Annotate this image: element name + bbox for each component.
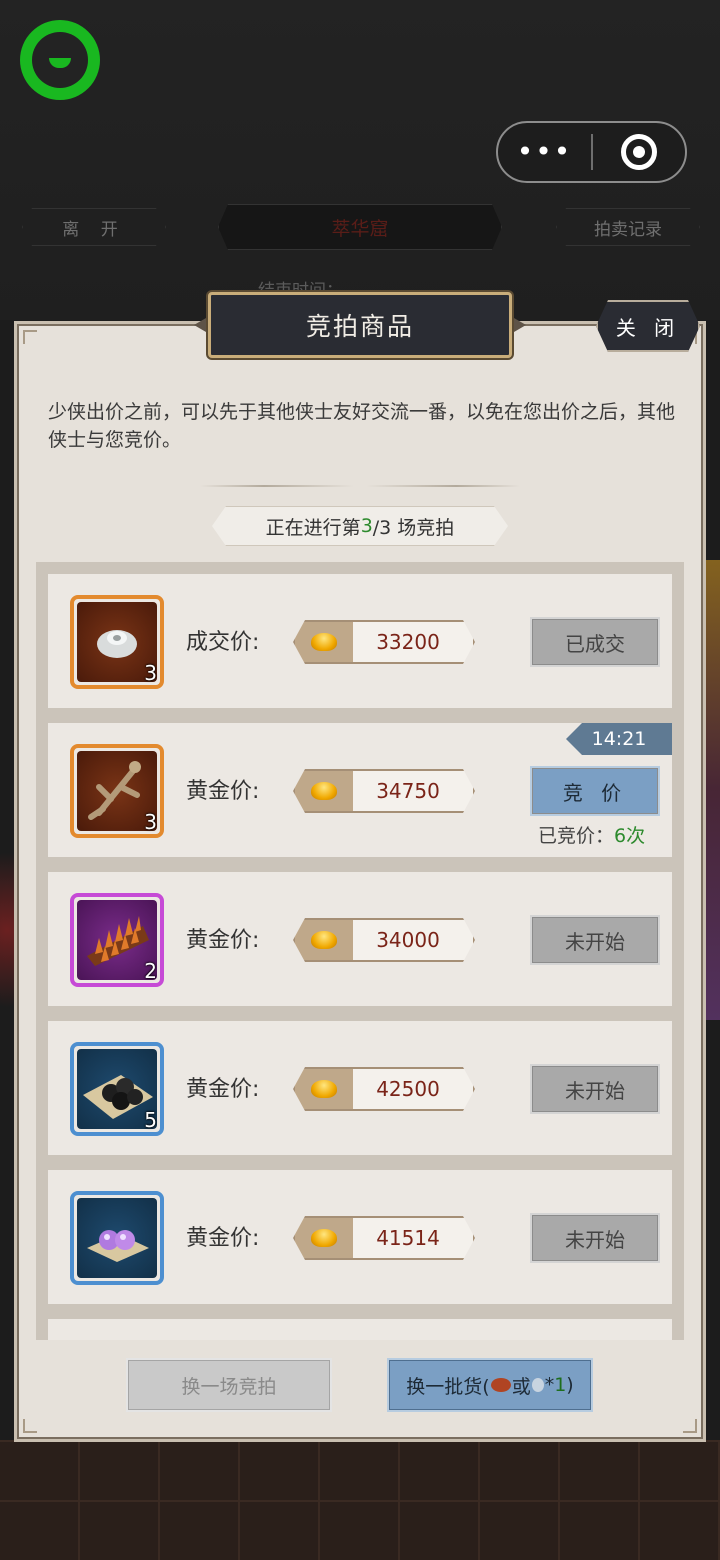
price-label: 黄金价: — [186, 1077, 260, 1102]
target-icon — [620, 134, 657, 170]
more-options-icon[interactable]: ••• — [498, 138, 591, 166]
ornamental-divider — [200, 485, 520, 487]
backdrop-decoration — [0, 820, 14, 1040]
item-slot[interactable]: 2 — [70, 893, 164, 987]
backdrop-decoration — [704, 560, 720, 1020]
sold-status-button: 已成交 — [530, 617, 660, 667]
mini-program-capsule: ••• — [496, 121, 687, 183]
item-quantity: 2 — [144, 959, 157, 983]
auction-item — [48, 1319, 672, 1340]
price-box: 34000 — [293, 918, 475, 962]
gold-ingot-icon — [311, 931, 337, 949]
item-quantity: 5 — [144, 1108, 157, 1132]
silver-item-icon — [531, 1378, 544, 1392]
gold-ingot-icon — [311, 1080, 337, 1098]
price-label: 黄金价: — [186, 928, 260, 953]
gold-ingot-icon — [311, 782, 337, 800]
item-slot[interactable]: 3 — [70, 595, 164, 689]
purple-pearls-icon — [77, 1198, 157, 1278]
countdown-timer: 14:21 — [566, 723, 672, 755]
panel-corner — [23, 330, 37, 344]
intro-text: 少侠出价之前，可以先于其他侠士友好交流一番，以免在您出价之后，其他侠士与您竞价。 — [48, 401, 676, 451]
price-box: 42500 — [293, 1067, 475, 1111]
auction-item: 2 黄金价: 34000 未开始 — [48, 872, 672, 1006]
price-value: 33200 — [376, 630, 440, 654]
price-label: 黄金价: — [186, 1226, 260, 1251]
item-quantity: 3 — [144, 661, 157, 685]
bid-count: 已竞价：6次 — [538, 821, 645, 848]
panel-title: 竞拍商品 — [208, 292, 512, 358]
auction-item: 5 黄金价: 42500 未开始 — [48, 1021, 672, 1155]
bid-count-value: 6次 — [614, 825, 646, 847]
refresh-suffix: ) — [566, 1374, 574, 1396]
refresh-count: 1 — [554, 1374, 567, 1396]
not-started-button: 未开始 — [530, 1213, 660, 1263]
app-logo-icon — [20, 20, 100, 100]
price-box: 34750 — [293, 769, 475, 813]
refresh-goods-button[interactable]: 换一批货( 或 * 1) — [387, 1358, 593, 1412]
gold-ingot-icon — [311, 633, 337, 651]
item-quantity: 3 — [144, 810, 157, 834]
price-label: 成交价: — [186, 630, 260, 655]
round-suffix: /3 场竞拍 — [372, 516, 455, 539]
not-started-button: 未开始 — [530, 915, 660, 965]
panel-corner — [23, 1419, 37, 1433]
price-box: 33200 — [293, 620, 475, 664]
auction-item: 14:21 3 黄金价: 34750 竞 价 已竞价：6次 — [48, 723, 672, 857]
bid-button[interactable]: 竞 价 — [530, 766, 660, 816]
price-value: 34750 — [376, 779, 440, 803]
switch-auction-button[interactable]: 换一场竞拍 — [126, 1358, 332, 1412]
refresh-label: 换一批货( — [406, 1375, 490, 1398]
round-prefix: 正在进行第 — [265, 516, 361, 539]
auction-item: 3 成交价: 33200 已成交 — [48, 574, 672, 708]
refresh-star: * — [544, 1374, 555, 1396]
round-current: 3 — [360, 515, 373, 537]
close-button[interactable]: 关 闭 — [596, 300, 700, 352]
auction-records-button[interactable]: 拍卖记录 — [556, 208, 700, 246]
item-slot[interactable] — [70, 1191, 164, 1285]
gold-ingot-icon — [311, 1229, 337, 1247]
price-label: 黄金价: — [186, 779, 260, 804]
price-box: 41514 — [293, 1216, 475, 1260]
food-plate-icon — [490, 1378, 511, 1392]
not-started-button: 未开始 — [530, 1064, 660, 1114]
close-mini-program-button[interactable] — [593, 134, 685, 170]
auction-item: 黄金价: 41514 未开始 — [48, 1170, 672, 1304]
round-status-banner: 正在进行第 3/3 场竞拍 — [212, 506, 508, 546]
leave-button[interactable]: 离 开 — [22, 208, 166, 246]
panel-corner — [683, 1419, 697, 1433]
auction-item-list[interactable]: 3 成交价: 33200 已成交 14:21 3 黄金价: 34750 竞 价 … — [36, 562, 684, 1340]
price-value: 42500 — [376, 1077, 440, 1101]
item-slot[interactable]: 3 — [70, 744, 164, 838]
refresh-or: 或 — [511, 1375, 531, 1398]
backdrop-floor — [0, 1440, 720, 1560]
bid-count-label: 已竞价： — [538, 825, 615, 847]
price-value: 41514 — [376, 1226, 440, 1250]
location-title: 萃华窟 — [218, 204, 502, 250]
item-slot[interactable]: 5 — [70, 1042, 164, 1136]
price-value: 34000 — [376, 928, 440, 952]
